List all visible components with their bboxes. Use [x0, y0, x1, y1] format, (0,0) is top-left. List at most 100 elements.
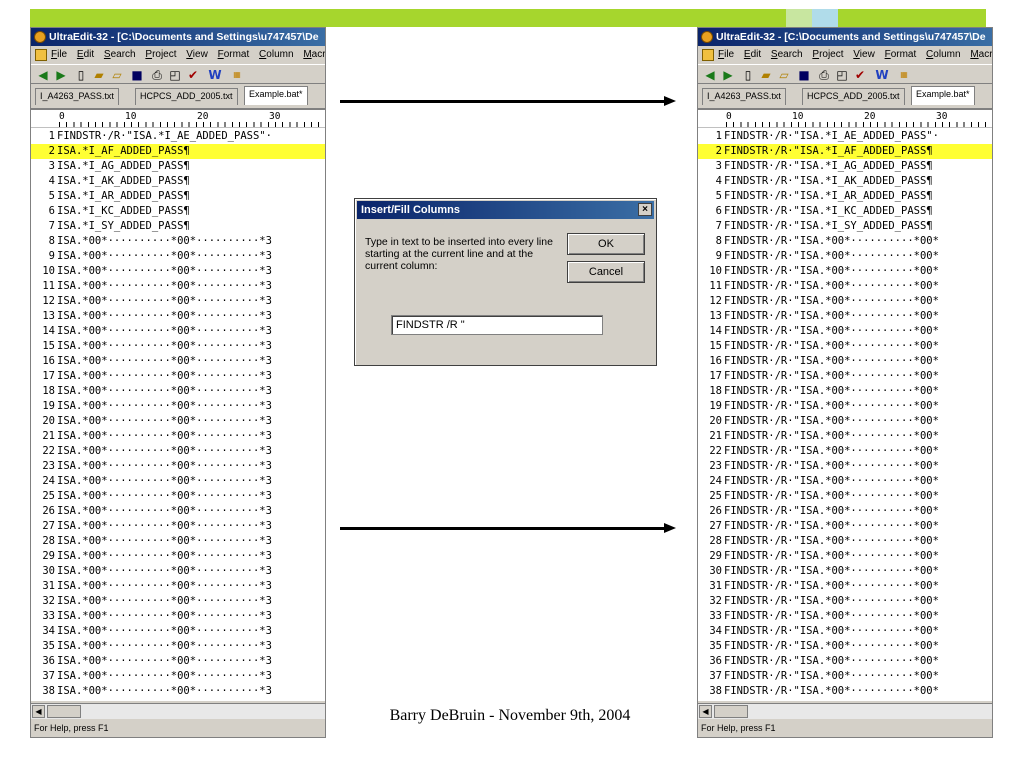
scroll-left-icon[interactable]: ◀ — [32, 705, 45, 718]
editor-text-area[interactable]: 0 10 20 30 1 FINDSTR·/R·"ISA.*I_AE_ADDED_… — [698, 108, 992, 701]
code-line[interactable]: 17 ISA.*00*··········*00*··········*3 — [31, 369, 325, 384]
code-line[interactable]: 5 FINDSTR·/R·"ISA.*I_AR_ADDED_PASS¶ — [698, 189, 992, 204]
code-line[interactable]: 21 ISA.*00*··········*00*··········*3 — [31, 429, 325, 444]
code-line[interactable]: 29 FINDSTR·/R·"ISA.*00*··········*00* — [698, 549, 992, 564]
print-preview-icon[interactable]: ◰ — [834, 67, 850, 83]
code-line[interactable]: 17 FINDSTR·/R·"ISA.*00*··········*00* — [698, 369, 992, 384]
menu-file[interactable]: File — [718, 46, 734, 64]
code-line[interactable]: 7 ISA.*I_SY_ADDED_PASS¶ — [31, 219, 325, 234]
menu-view[interactable]: View — [186, 46, 208, 64]
code-line[interactable]: 4 ISA.*I_AK_ADDED_PASS¶ — [31, 174, 325, 189]
code-line[interactable]: 8 FINDSTR·/R·"ISA.*00*··········*00* — [698, 234, 992, 249]
code-line[interactable]: 32 ISA.*00*··········*00*··········*3 — [31, 594, 325, 609]
ok-button[interactable]: OK — [567, 233, 645, 255]
save-icon[interactable]: ■ — [796, 67, 812, 83]
menu-project[interactable]: Project — [145, 46, 176, 64]
code-line[interactable]: 22 ISA.*00*··········*00*··········*3 — [31, 444, 325, 459]
code-line[interactable]: 14 ISA.*00*··········*00*··········*3 — [31, 324, 325, 339]
tab-file-2[interactable]: HCPCS_ADD_2005.txt — [135, 88, 238, 105]
tab-file-1[interactable]: I_A4263_PASS.txt — [35, 88, 119, 105]
window-title-bar[interactable]: UltraEdit-32 - [C:\Documents and Setting… — [698, 28, 992, 46]
close-icon[interactable]: × — [638, 203, 652, 216]
code-line[interactable]: 5 ISA.*I_AR_ADDED_PASS¶ — [31, 189, 325, 204]
code-line[interactable]: 19 ISA.*00*··········*00*··········*3 — [31, 399, 325, 414]
code-line[interactable]: 11 ISA.*00*··········*00*··········*3 — [31, 279, 325, 294]
code-line[interactable]: 15 ISA.*00*··········*00*··········*3 — [31, 339, 325, 354]
code-line[interactable]: 38 ISA.*00*··········*00*··········*3 — [31, 684, 325, 699]
hex-icon[interactable]: ▦ — [229, 67, 245, 83]
code-line[interactable]: 12 FINDSTR·/R·"ISA.*00*··········*00* — [698, 294, 992, 309]
print-preview-icon[interactable]: ◰ — [167, 67, 183, 83]
code-line[interactable]: 34 ISA.*00*··········*00*··········*3 — [31, 624, 325, 639]
code-line[interactable]: 10 FINDSTR·/R·"ISA.*00*··········*00* — [698, 264, 992, 279]
tab-file-3-active[interactable]: Example.bat* — [244, 86, 308, 105]
code-line[interactable]: 32 FINDSTR·/R·"ISA.*00*··········*00* — [698, 594, 992, 609]
code-line[interactable]: 37 ISA.*00*··········*00*··········*3 — [31, 669, 325, 684]
code-line[interactable]: 1 FINDSTR·/R·"ISA.*I_AE_ADDED_PASS"· — [31, 129, 325, 144]
code-line[interactable]: 12 ISA.*00*··········*00*··········*3 — [31, 294, 325, 309]
open-file-icon[interactable]: ▱ — [776, 67, 792, 83]
code-line[interactable]: 23 FINDSTR·/R·"ISA.*00*··········*00* — [698, 459, 992, 474]
code-line[interactable]: 14 FINDSTR·/R·"ISA.*00*··········*00* — [698, 324, 992, 339]
code-line[interactable]: 8 ISA.*00*··········*00*··········*3 — [31, 234, 325, 249]
code-line[interactable]: 11 FINDSTR·/R·"ISA.*00*··········*00* — [698, 279, 992, 294]
forward-arrow-icon[interactable]: ▶ — [53, 67, 69, 83]
code-line[interactable]: 16 FINDSTR·/R·"ISA.*00*··········*00* — [698, 354, 992, 369]
scroll-thumb[interactable] — [714, 705, 748, 718]
code-line[interactable]: 20 ISA.*00*··········*00*··········*3 — [31, 414, 325, 429]
code-line[interactable]: 19 FINDSTR·/R·"ISA.*00*··········*00* — [698, 399, 992, 414]
document-icon[interactable] — [35, 49, 47, 61]
open-folder-icon[interactable]: ▰ — [758, 67, 774, 83]
window-title-bar[interactable]: UltraEdit-32 - [C:\Documents and Setting… — [31, 28, 325, 46]
code-line[interactable]: 31 FINDSTR·/R·"ISA.*00*··········*00* — [698, 579, 992, 594]
code-line[interactable]: 26 ISA.*00*··········*00*··········*3 — [31, 504, 325, 519]
menu-search[interactable]: Search — [104, 46, 136, 64]
code-line[interactable]: 33 ISA.*00*··········*00*··········*3 — [31, 609, 325, 624]
code-line[interactable]: 4 FINDSTR·/R·"ISA.*I_AK_ADDED_PASS¶ — [698, 174, 992, 189]
code-line[interactable]: 13 FINDSTR·/R·"ISA.*00*··········*00* — [698, 309, 992, 324]
code-line[interactable]: 9 FINDSTR·/R·"ISA.*00*··········*00* — [698, 249, 992, 264]
code-line[interactable]: 21 FINDSTR·/R·"ISA.*00*··········*00* — [698, 429, 992, 444]
code-line[interactable]: 6 FINDSTR·/R·"ISA.*I_KC_ADDED_PASS¶ — [698, 204, 992, 219]
code-line[interactable]: 26 FINDSTR·/R·"ISA.*00*··········*00* — [698, 504, 992, 519]
code-line[interactable]: 10 ISA.*00*··········*00*··········*3 — [31, 264, 325, 279]
code-line[interactable]: 28 ISA.*00*··········*00*··········*3 — [31, 534, 325, 549]
scroll-left-icon[interactable]: ◀ — [699, 705, 712, 718]
code-line[interactable]: 30 FINDSTR·/R·"ISA.*00*··········*00* — [698, 564, 992, 579]
code-line[interactable]: 25 FINDSTR·/R·"ISA.*00*··········*00* — [698, 489, 992, 504]
code-line[interactable]: 35 ISA.*00*··········*00*··········*3 — [31, 639, 325, 654]
code-line[interactable]: 30 ISA.*00*··········*00*··········*3 — [31, 564, 325, 579]
code-line[interactable]: 35 FINDSTR·/R·"ISA.*00*··········*00* — [698, 639, 992, 654]
menu-column[interactable]: Column — [926, 46, 960, 64]
editor-text-area[interactable]: 0 10 20 30 1 FINDSTR·/R·"ISA.*I_AE_ADDED_… — [31, 108, 325, 701]
code-line[interactable]: 1 FINDSTR·/R·"ISA.*I_AE_ADDED_PASS"· — [698, 129, 992, 144]
code-line[interactable]: 2 ISA.*I_AF_ADDED_PASS¶ — [31, 144, 325, 159]
code-line[interactable]: 36 ISA.*00*··········*00*··········*3 — [31, 654, 325, 669]
menu-project[interactable]: Project — [812, 46, 843, 64]
code-line[interactable]: 24 FINDSTR·/R·"ISA.*00*··········*00* — [698, 474, 992, 489]
dialog-title-bar[interactable]: Insert/Fill Columns × — [357, 201, 654, 219]
back-arrow-icon[interactable]: ◀ — [35, 67, 51, 83]
open-folder-icon[interactable]: ▰ — [91, 67, 107, 83]
print-icon[interactable]: ⎙ — [149, 67, 165, 83]
code-line[interactable]: 15 FINDSTR·/R·"ISA.*00*··········*00* — [698, 339, 992, 354]
forward-arrow-icon[interactable]: ▶ — [720, 67, 736, 83]
menu-edit[interactable]: Edit — [77, 46, 94, 64]
code-line[interactable]: 28 FINDSTR·/R·"ISA.*00*··········*00* — [698, 534, 992, 549]
code-line[interactable]: 29 ISA.*00*··········*00*··········*3 — [31, 549, 325, 564]
horizontal-scrollbar[interactable]: ◀ — [31, 703, 325, 719]
menu-edit[interactable]: Edit — [744, 46, 761, 64]
code-line[interactable]: 25 ISA.*00*··········*00*··········*3 — [31, 489, 325, 504]
code-line[interactable]: 7 FINDSTR·/R·"ISA.*I_SY_ADDED_PASS¶ — [698, 219, 992, 234]
menu-column[interactable]: Column — [259, 46, 293, 64]
code-line[interactable]: 3 FINDSTR·/R·"ISA.*I_AG_ADDED_PASS¶ — [698, 159, 992, 174]
code-line[interactable]: 24 ISA.*00*··········*00*··········*3 — [31, 474, 325, 489]
menu-search[interactable]: Search — [771, 46, 803, 64]
code-line[interactable]: 20 FINDSTR·/R·"ISA.*00*··········*00* — [698, 414, 992, 429]
code-line[interactable]: 38 FINDSTR·/R·"ISA.*00*··········*00* — [698, 684, 992, 699]
code-line[interactable]: 27 FINDSTR·/R·"ISA.*00*··········*00* — [698, 519, 992, 534]
code-line[interactable]: 2 FINDSTR·/R·"ISA.*I_AF_ADDED_PASS¶ — [698, 144, 992, 159]
code-line[interactable]: 6 ISA.*I_KC_ADDED_PASS¶ — [31, 204, 325, 219]
menu-macro[interactable]: Macro — [303, 46, 325, 64]
word-wrap-icon[interactable]: W — [207, 67, 223, 83]
